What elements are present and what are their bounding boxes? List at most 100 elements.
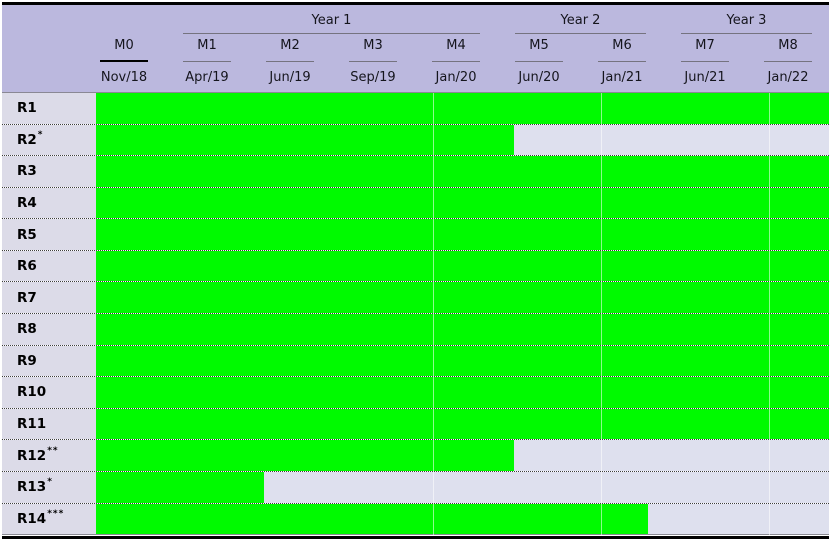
gantt-row: R12 **	[2, 439, 829, 471]
row-label: R1	[2, 93, 96, 124]
gantt-track	[96, 408, 829, 440]
gantt-track	[96, 345, 829, 377]
gantt-track	[96, 93, 829, 124]
row-label-superscript: ***	[47, 508, 65, 519]
gantt-row: R13 *	[2, 470, 829, 503]
year-group-underline	[515, 33, 646, 34]
gantt-row: R2 *	[2, 123, 829, 156]
page: Year 1 Year 2 Year 3 M0 Nov/18 M1 Apr/19 M2 Jun/…	[0, 0, 831, 541]
row-label-superscript: *	[47, 477, 53, 488]
row-label-text: R14	[17, 510, 47, 527]
row-label: R2 *	[2, 124, 96, 156]
gantt-row: R6	[2, 249, 829, 282]
milestone-date: Jan/21	[601, 70, 643, 85]
row-label: R6	[2, 250, 96, 282]
row-label: R11	[2, 408, 96, 440]
gantt-row: R4	[2, 186, 829, 219]
row-label: R12 **	[2, 440, 96, 471]
header-track: Year 1 Year 2 Year 3 M0 Nov/18 M1 Apr/19 M2 Jun/…	[96, 5, 829, 92]
milestone-underline	[598, 61, 646, 62]
milestone-underline	[681, 61, 729, 62]
gantt-row: R5	[2, 218, 829, 250]
gantt-track	[96, 503, 829, 535]
year-group-label: Year 2	[560, 13, 601, 28]
gantt-bar	[96, 156, 829, 187]
row-label-text: R11	[17, 416, 47, 433]
gantt-row: R9	[2, 344, 829, 377]
row-label-superscript: *	[37, 129, 44, 140]
gantt-track	[96, 250, 829, 282]
milestone-date: Jun/21	[684, 70, 726, 85]
row-label: R7	[2, 282, 96, 314]
gantt-row: R10	[2, 376, 829, 408]
milestone-underline	[764, 61, 812, 62]
row-label: R10	[2, 377, 96, 408]
gantt-bar	[96, 503, 648, 535]
milestone-date: Jun/20	[518, 70, 560, 85]
milestone-label: M5	[529, 38, 549, 53]
table-header: Year 1 Year 2 Year 3 M0 Nov/18 M1 Apr/19 M2 Jun/…	[2, 5, 829, 93]
gantt-row: R14 ***	[2, 502, 829, 535]
milestone-underline	[515, 61, 563, 62]
row-label-text: R3	[17, 163, 37, 180]
milestone-label: M0	[114, 38, 134, 53]
row-label-text: R5	[17, 226, 37, 243]
milestone-label: M3	[363, 38, 383, 53]
row-label-text: R6	[17, 258, 37, 275]
gantt-bar	[96, 187, 829, 219]
row-label: R14 ***	[2, 503, 96, 535]
row-label-superscript: **	[47, 445, 59, 456]
milestone-date: Jan/20	[435, 70, 477, 85]
gantt-track	[96, 314, 829, 345]
row-label-text: R10	[17, 384, 47, 401]
row-label-text: R4	[17, 195, 37, 212]
milestone-underline	[266, 61, 314, 62]
gantt-bar	[96, 93, 829, 124]
row-label-text: R7	[17, 289, 37, 306]
row-label: R13 *	[2, 471, 96, 503]
row-label: R3	[2, 156, 96, 187]
milestone-underline	[183, 61, 231, 62]
milestone-date: Nov/18	[100, 70, 148, 85]
gantt-bar	[96, 377, 829, 408]
year-group-label: Year 1	[311, 13, 352, 28]
gantt-row: R1	[2, 93, 829, 124]
gantt-track	[96, 187, 829, 219]
gantt-bar	[96, 440, 514, 471]
gantt-bar	[96, 250, 829, 282]
gantt-track	[96, 377, 829, 408]
milestone-label: M1	[197, 38, 217, 53]
gantt-bar	[96, 314, 829, 345]
gantt-bar	[96, 345, 829, 377]
row-label-text: R9	[17, 352, 37, 369]
gantt-row: R7	[2, 281, 829, 314]
milestone-label: M8	[778, 38, 798, 53]
gantt-track	[96, 156, 829, 187]
milestone-date: Jun/19	[269, 70, 311, 85]
gantt-bar	[96, 408, 829, 440]
row-label: R5	[2, 219, 96, 250]
gantt-track	[96, 440, 829, 471]
gantt-bar	[96, 282, 829, 314]
gantt-bar	[96, 219, 829, 250]
gantt-bar	[96, 124, 514, 156]
table-body: R1 R2 * R3 R4 R5 R6 R7 R8 R9 R10 R11 R12 ** R13 * R14 ***	[2, 93, 829, 535]
year-group-underline	[183, 33, 480, 34]
milestone-underline-strong	[100, 60, 148, 62]
milestone-date: Apr/19	[185, 70, 229, 85]
row-label-text: R1	[17, 100, 37, 117]
milestone-label: M4	[446, 38, 466, 53]
milestone-date: Sep/19	[350, 70, 396, 85]
row-label: R4	[2, 187, 96, 219]
row-label: R8	[2, 314, 96, 345]
gantt-table: Year 1 Year 2 Year 3 M0 Nov/18 M1 Apr/19 M2 Jun/…	[2, 2, 829, 539]
gantt-track	[96, 471, 829, 503]
row-label: R9	[2, 345, 96, 377]
row-label-text: R8	[17, 321, 37, 338]
gantt-track	[96, 282, 829, 314]
year-group-label: Year 3	[726, 13, 767, 28]
milestone-underline	[432, 61, 480, 62]
row-label-text: R2	[17, 131, 37, 148]
gantt-row: R3	[2, 155, 829, 187]
gantt-row: R8	[2, 313, 829, 345]
